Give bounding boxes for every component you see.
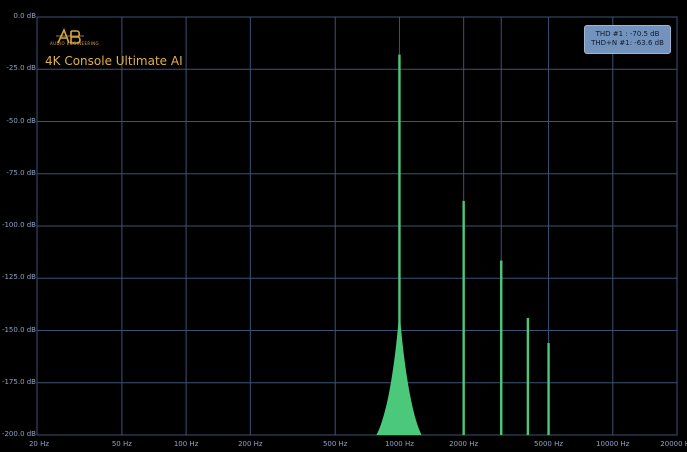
y-tick-label: -75.0 dB [6, 168, 36, 177]
y-tick-label: -150.0 dB [1, 325, 36, 334]
harmonic-bar [547, 343, 550, 435]
y-tick-label: -125.0 dB [1, 273, 36, 282]
y-tick-label: 0.0 dB [13, 12, 36, 20]
product-name: 4K Console Ultimate AI [45, 54, 183, 68]
x-tick-label: 10000 Hz [596, 440, 630, 448]
harmonic-bar [526, 317, 530, 435]
harmonic-bar [462, 200, 465, 435]
x-tick-label: 100 Hz [173, 440, 199, 448]
y-tick-label: -50.0 dB [6, 116, 36, 125]
thd-n-value: THD+N #1: -63.6 dB [591, 39, 664, 47]
y-tick-label: -175.0 dB [1, 377, 36, 386]
x-tick-label: 20000 Hz [660, 440, 687, 448]
y-tick-label: -100.0 dB [1, 221, 36, 229]
x-tick-label: 50 Hz [111, 440, 132, 448]
thd-value: THD #1 : -70.5 dB [595, 30, 660, 38]
harmonic-bars [376, 54, 550, 436]
thd-readout-box: THD #1 : -70.5 dB THD+N #1: -63.6 dB [584, 25, 671, 54]
x-tick-label: 200 Hz [238, 440, 263, 448]
x-tick-label: 1000 Hz [384, 440, 414, 448]
y-tick-label: -25.0 dB [6, 64, 36, 73]
harmonic-bar [398, 54, 401, 436]
x-tick-label: 2000 Hz [449, 440, 479, 448]
harmonic-bar [500, 260, 503, 435]
grid-lines [36, 16, 678, 436]
x-tick-label: 500 Hz [322, 440, 348, 448]
y-tick-label: -200.0 dB [1, 430, 36, 438]
x-tick-label: 20 Hz [28, 440, 50, 448]
brand-logo-text: AUDIO ENGINEERING [50, 41, 100, 46]
x-tick-label: 5000 Hz [534, 440, 564, 448]
